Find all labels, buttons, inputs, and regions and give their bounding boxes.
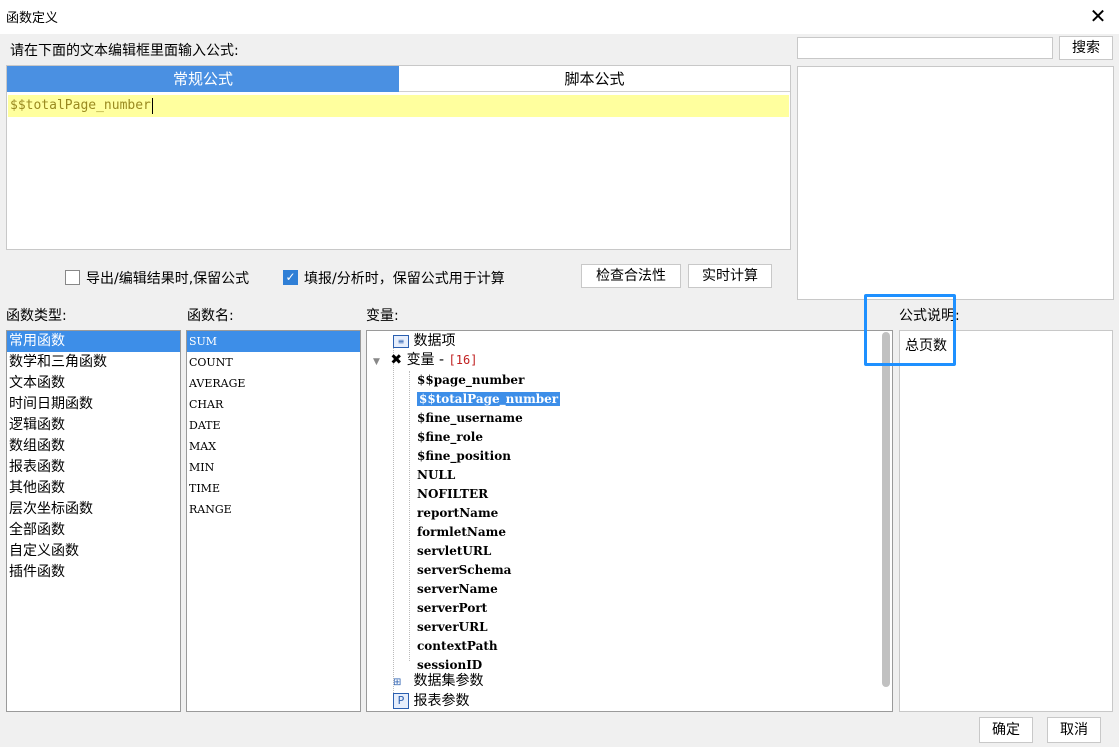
tree-guide-line — [393, 341, 394, 701]
tree-node-data-item[interactable]: ≡ 数据项 — [393, 332, 455, 351]
list-item[interactable]: 层次坐标函数 — [7, 499, 180, 520]
check-validity-button[interactable]: 检查合法性 — [581, 264, 681, 288]
window-title: 函数定义 — [6, 11, 59, 26]
list-item[interactable]: 插件函数 — [7, 562, 180, 583]
variable-item[interactable]: formletName — [417, 525, 506, 539]
list-item[interactable]: 全部函数 — [7, 520, 180, 541]
variable-item[interactable]: serverSchema — [417, 563, 511, 577]
tree-node-variables[interactable]: ▼ ✖ 变量 - [16] — [373, 351, 477, 370]
formula-editor[interactable]: 常规公式 脚本公式 $$totalPage_number — [6, 65, 791, 250]
tree-leaf-row[interactable]: $fine_role — [417, 428, 560, 447]
cancel-button[interactable]: 取消 — [1047, 717, 1101, 743]
text-caret — [151, 97, 153, 114]
search-button[interactable]: 搜索 — [1059, 36, 1113, 60]
variable-item[interactable]: serverPort — [417, 601, 487, 615]
list-item[interactable]: SUM — [187, 331, 360, 352]
formula-text: $$totalPage_number — [10, 98, 151, 113]
list-item[interactable]: CHAR — [187, 394, 360, 415]
variable-item[interactable]: servletURL — [417, 544, 491, 558]
title-bar: 函数定义 ✕ — [0, 0, 1119, 34]
list-item[interactable]: 常用函数 — [7, 331, 180, 352]
tree-node-dataset-params[interactable]: ⊞ 数据集参数 — [393, 672, 483, 691]
variables-icon: ✖ — [390, 352, 403, 368]
tab-script-formula[interactable]: 脚本公式 — [399, 66, 790, 92]
editor-prompt: 请在下面的文本编辑框里面输入公式: — [10, 43, 239, 59]
variable-item[interactable]: $fine_role — [417, 430, 483, 444]
list-item[interactable]: 文本函数 — [7, 373, 180, 394]
list-item[interactable]: 报表函数 — [7, 457, 180, 478]
tree-leaf-row[interactable]: reportName — [417, 504, 560, 523]
dataset-params-icon: ⊞ — [393, 677, 402, 688]
tree-leaf-row[interactable]: serverPort — [417, 599, 560, 618]
variable-item[interactable]: $fine_username — [417, 411, 523, 425]
list-item[interactable]: 逻辑函数 — [7, 415, 180, 436]
list-item[interactable]: COUNT — [187, 352, 360, 373]
keep-formula-export-label: 导出/编辑结果时,保留公式 — [86, 271, 250, 287]
tree-leaf-row[interactable]: $fine_username — [417, 409, 560, 428]
variable-item-selected[interactable]: $$totalPage_number — [417, 392, 561, 406]
realtime-calc-button[interactable]: 实时计算 — [688, 264, 772, 288]
formula-text-line[interactable]: $$totalPage_number — [8, 95, 789, 117]
tree-leaf-row[interactable]: $$totalPage_number — [417, 390, 561, 409]
variable-item[interactable]: $fine_position — [417, 449, 511, 463]
search-input[interactable] — [797, 37, 1053, 59]
tree-node-label: 数据集参数 — [413, 673, 484, 689]
variable-item[interactable]: serverName — [417, 582, 498, 596]
variables-tree[interactable]: ≡ 数据项 ▼ ✖ 变量 - [16] $$page_number $$tota… — [366, 330, 893, 712]
variables-label: 变量: — [366, 308, 399, 324]
highlight-box — [864, 294, 956, 366]
function-name-label: 函数名: — [187, 308, 234, 324]
variables-scrollbar[interactable] — [882, 332, 890, 687]
tree-leaf-row[interactable]: NOFILTER — [417, 485, 560, 504]
ok-button[interactable]: 确定 — [979, 717, 1033, 743]
tree-leaf-row[interactable]: $$page_number — [417, 371, 560, 390]
formula-description-panel: 总页数 — [899, 330, 1113, 712]
tab-regular-formula[interactable]: 常规公式 — [7, 66, 399, 92]
variable-item[interactable]: $$page_number — [417, 373, 524, 387]
tree-node-report-params[interactable]: P 报表参数 — [393, 692, 469, 711]
tree-leaf-row[interactable]: serverSchema — [417, 561, 560, 580]
data-item-icon: ≡ — [393, 334, 409, 348]
tree-node-label: 变量 - — [406, 352, 449, 368]
list-item[interactable]: 时间日期函数 — [7, 394, 180, 415]
tree-leaf-row[interactable]: $fine_position — [417, 447, 560, 466]
list-item[interactable]: 数组函数 — [7, 436, 180, 457]
list-item[interactable]: TIME — [187, 478, 360, 499]
tree-guide-line — [409, 371, 410, 661]
variable-items: $$page_number $$totalPage_number $fine_u… — [417, 371, 561, 675]
function-type-list[interactable]: 常用函数 数学和三角函数 文本函数 时间日期函数 逻辑函数 数组函数 报表函数 … — [6, 330, 181, 712]
variable-item[interactable]: sessionID — [417, 658, 482, 672]
list-item[interactable]: RANGE — [187, 499, 360, 520]
tree-node-label: 数据项 — [413, 333, 456, 349]
tree-leaf-row[interactable]: contextPath — [417, 637, 560, 656]
list-item[interactable]: MIN — [187, 457, 360, 478]
list-item[interactable]: DATE — [187, 415, 360, 436]
variable-item[interactable]: reportName — [417, 506, 498, 520]
variable-item[interactable]: contextPath — [417, 639, 498, 653]
report-params-icon: P — [393, 693, 409, 709]
list-item[interactable]: 其他函数 — [7, 478, 180, 499]
list-item[interactable]: MAX — [187, 436, 360, 457]
variable-item[interactable]: serverURL — [417, 620, 488, 634]
keep-formula-export-checkbox[interactable] — [65, 270, 80, 285]
close-button[interactable]: ✕ — [1086, 4, 1110, 28]
variable-item[interactable]: NOFILTER — [417, 487, 488, 501]
tree-leaf-row[interactable]: serverName — [417, 580, 560, 599]
list-item[interactable]: 自定义函数 — [7, 541, 180, 562]
variable-count: [16] — [448, 353, 478, 367]
tree-leaf-row[interactable]: serverURL — [417, 618, 560, 637]
function-name-list[interactable]: SUM COUNT AVERAGE CHAR DATE MAX MIN TIME… — [186, 330, 361, 712]
tree-leaf-row[interactable]: servletURL — [417, 542, 560, 561]
list-item[interactable]: 数学和三角函数 — [7, 352, 180, 373]
expand-arrow-icon[interactable]: ▼ — [373, 357, 380, 367]
variable-item[interactable]: NULL — [417, 468, 455, 482]
function-type-label: 函数类型: — [6, 308, 67, 324]
tree-leaf-row[interactable]: NULL — [417, 466, 560, 485]
list-item[interactable]: AVERAGE — [187, 373, 360, 394]
tree-leaf-row[interactable]: formletName — [417, 523, 560, 542]
keep-formula-fill-checkbox[interactable]: ✓ — [283, 270, 298, 285]
keep-formula-fill-label: 填报/分析时，保留公式用于计算 — [304, 271, 505, 287]
tree-node-label: 报表参数 — [413, 693, 470, 709]
search-results-panel[interactable] — [797, 66, 1114, 300]
